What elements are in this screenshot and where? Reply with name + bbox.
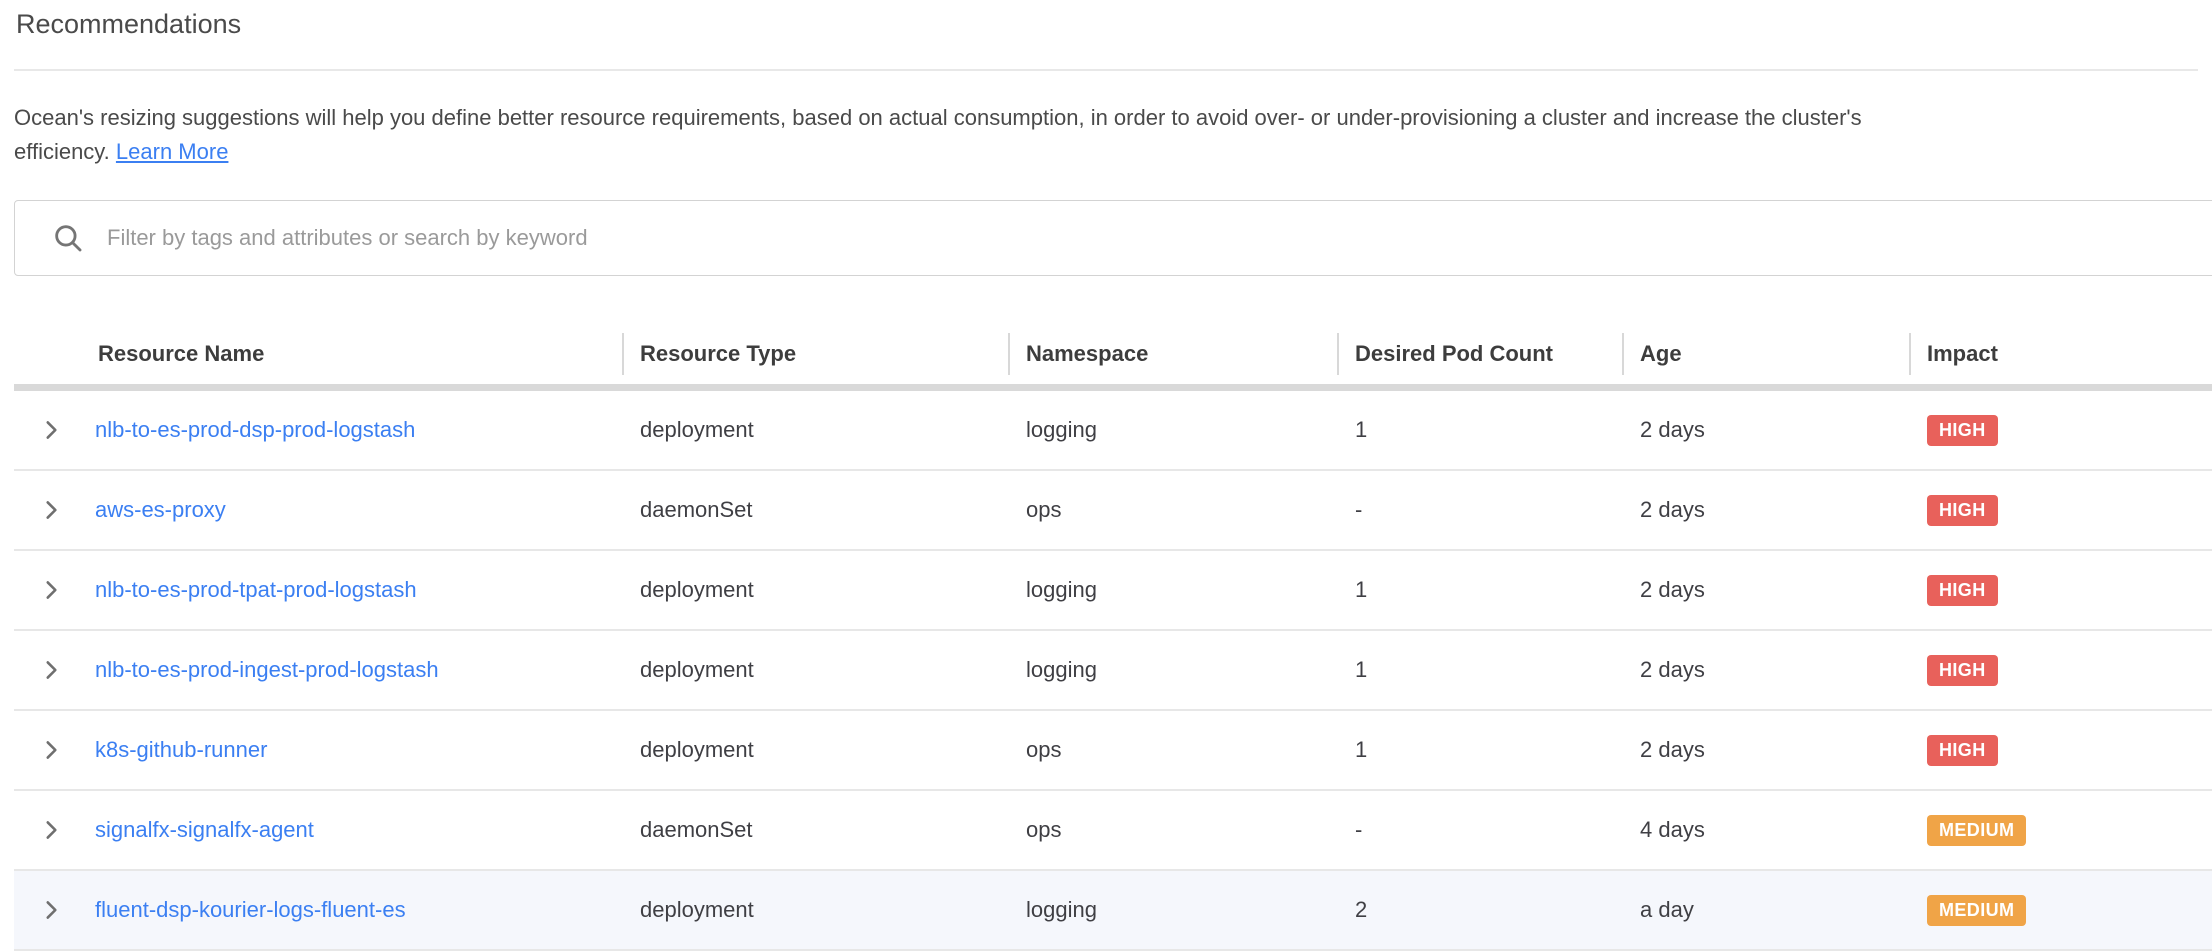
column-header-resource-type: Resource Type	[622, 341, 1008, 367]
table-row[interactable]: fluent-dsp-kourier-logs-fluent-es deploy…	[14, 871, 2212, 951]
namespace-cell: ops	[1008, 497, 1337, 523]
table-row[interactable]: nlb-to-es-prod-tpat-prod-logstash deploy…	[14, 551, 2212, 631]
expand-chevron-icon[interactable]	[38, 577, 64, 603]
recommendations-page: Recommendations Ocean's resizing suggest…	[0, 8, 2212, 951]
impact-badge: MEDIUM	[1927, 895, 2026, 926]
age-cell: 2 days	[1622, 657, 1909, 683]
table-header-row: Resource Name Resource Type Namespace De…	[14, 324, 2212, 391]
table-row[interactable]: signalfx-signalfx-agent daemonSet ops - …	[14, 791, 2212, 871]
impact-badge: HIGH	[1927, 735, 1998, 766]
namespace-cell: ops	[1008, 737, 1337, 763]
resource-type-cell: deployment	[622, 657, 1008, 683]
title-divider	[14, 69, 2198, 71]
column-header-age: Age	[1622, 341, 1909, 367]
resource-type-cell: deployment	[622, 737, 1008, 763]
resource-type-cell: daemonSet	[622, 817, 1008, 843]
description-line2: efficiency.	[14, 139, 110, 164]
namespace-cell: ops	[1008, 817, 1337, 843]
recommendations-table: Resource Name Resource Type Namespace De…	[14, 324, 2212, 951]
impact-badge: HIGH	[1927, 575, 1998, 606]
resource-name-link[interactable]: nlb-to-es-prod-ingest-prod-logstash	[95, 657, 439, 682]
filter-search-bar[interactable]	[14, 200, 2212, 276]
resource-type-cell: deployment	[622, 577, 1008, 603]
namespace-cell: logging	[1008, 417, 1337, 443]
age-cell: 4 days	[1622, 817, 1909, 843]
age-cell: 2 days	[1622, 577, 1909, 603]
column-header-resource-name: Resource Name	[91, 341, 622, 367]
resource-type-cell: deployment	[622, 897, 1008, 923]
description-line1: Ocean's resizing suggestions will help y…	[14, 105, 1862, 130]
impact-badge: HIGH	[1927, 495, 1998, 526]
column-header-namespace: Namespace	[1008, 341, 1337, 367]
impact-badge: MEDIUM	[1927, 815, 2026, 846]
expand-chevron-icon[interactable]	[38, 657, 64, 683]
age-cell: a day	[1622, 897, 1909, 923]
filter-search-input[interactable]	[105, 224, 2212, 252]
resource-name-link[interactable]: nlb-to-es-prod-tpat-prod-logstash	[95, 577, 417, 602]
desired-pod-count-cell: 1	[1337, 737, 1622, 763]
learn-more-link[interactable]: Learn More	[116, 139, 229, 164]
resource-name-link[interactable]: signalfx-signalfx-agent	[95, 817, 314, 842]
expand-chevron-icon[interactable]	[38, 497, 64, 523]
resource-name-link[interactable]: nlb-to-es-prod-dsp-prod-logstash	[95, 417, 415, 442]
page-description: Ocean's resizing suggestions will help y…	[14, 101, 2198, 169]
resource-name-link[interactable]: k8s-github-runner	[95, 737, 267, 762]
desired-pod-count-cell: 1	[1337, 577, 1622, 603]
resource-name-link[interactable]: aws-es-proxy	[95, 497, 226, 522]
age-cell: 2 days	[1622, 737, 1909, 763]
resource-name-link[interactable]: fluent-dsp-kourier-logs-fluent-es	[95, 897, 406, 922]
expand-chevron-icon[interactable]	[38, 417, 64, 443]
page-title: Recommendations	[16, 8, 2212, 41]
resource-type-cell: deployment	[622, 417, 1008, 443]
column-header-impact: Impact	[1909, 341, 2212, 367]
age-cell: 2 days	[1622, 497, 1909, 523]
namespace-cell: logging	[1008, 577, 1337, 603]
impact-badge: HIGH	[1927, 655, 1998, 686]
expand-chevron-icon[interactable]	[38, 737, 64, 763]
column-header-desired-pod-count: Desired Pod Count	[1337, 341, 1622, 367]
expand-chevron-icon[interactable]	[38, 897, 64, 923]
age-cell: 2 days	[1622, 417, 1909, 443]
desired-pod-count-cell: 1	[1337, 657, 1622, 683]
desired-pod-count-cell: 2	[1337, 897, 1622, 923]
desired-pod-count-cell: -	[1337, 497, 1622, 523]
table-row[interactable]: k8s-github-runner deployment ops 1 2 day…	[14, 711, 2212, 791]
search-icon	[51, 221, 85, 255]
desired-pod-count-cell: 1	[1337, 417, 1622, 443]
resource-type-cell: daemonSet	[622, 497, 1008, 523]
table-row[interactable]: nlb-to-es-prod-ingest-prod-logstash depl…	[14, 631, 2212, 711]
namespace-cell: logging	[1008, 897, 1337, 923]
table-row[interactable]: nlb-to-es-prod-dsp-prod-logstash deploym…	[14, 391, 2212, 471]
impact-badge: HIGH	[1927, 415, 1998, 446]
table-row[interactable]: aws-es-proxy daemonSet ops - 2 days HIGH	[14, 471, 2212, 551]
desired-pod-count-cell: -	[1337, 817, 1622, 843]
namespace-cell: logging	[1008, 657, 1337, 683]
expand-chevron-icon[interactable]	[38, 817, 64, 843]
